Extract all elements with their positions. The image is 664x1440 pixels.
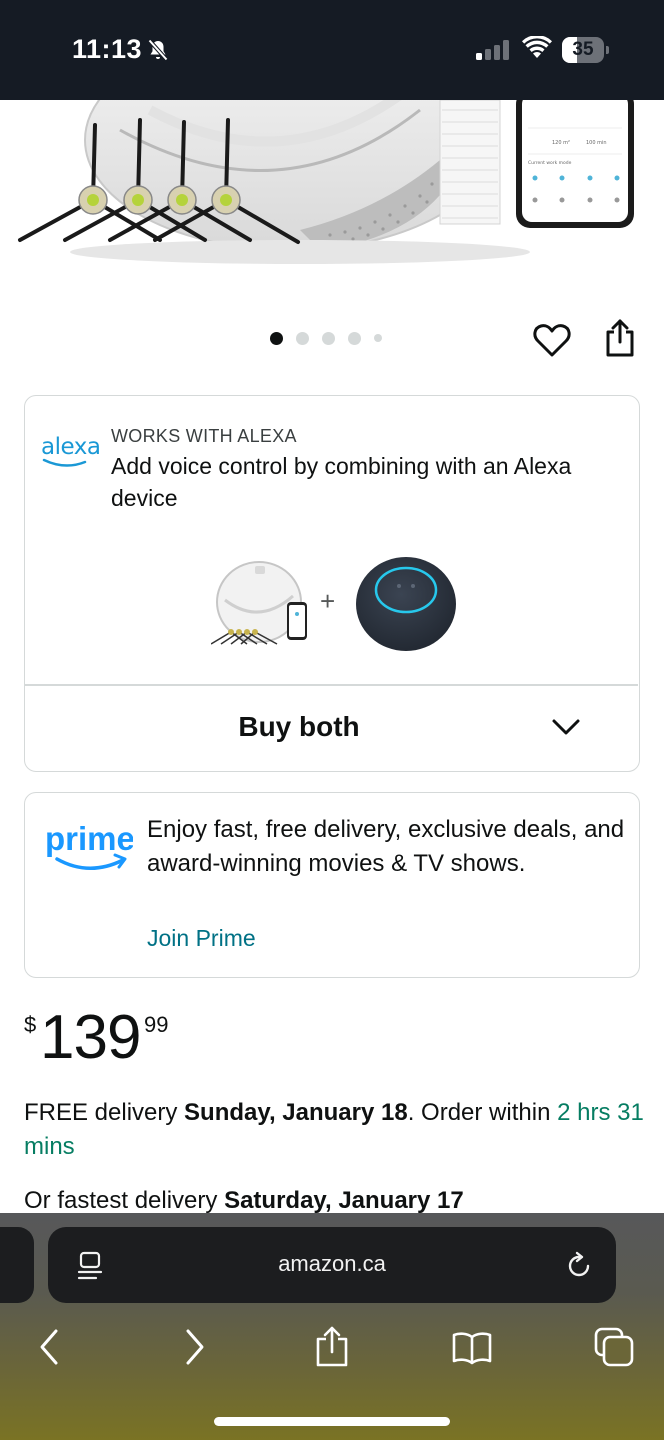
delivery-prefix: FREE delivery: [24, 1099, 185, 1126]
battery-icon: 35: [562, 37, 610, 63]
tabs-icon[interactable]: [592, 1325, 636, 1369]
filter-image: [439, 100, 501, 225]
delivery-info: FREE delivery Sunday, January 18. Order …: [24, 1096, 644, 1164]
alexa-description: Add voice control by combining with an A…: [111, 453, 572, 511]
forward-icon[interactable]: [172, 1325, 216, 1369]
product-image[interactable]: 120 m² 100 min Current work mode: [0, 100, 664, 270]
buy-both-button[interactable]: Buy both: [25, 685, 638, 771]
carousel-dot[interactable]: [348, 331, 361, 345]
carousel-dot[interactable]: [374, 334, 382, 342]
share-icon[interactable]: [603, 318, 637, 358]
works-with-alexa-label: WORKS WITH ALEXA: [111, 426, 297, 446]
wifi-icon: [522, 36, 552, 58]
alexa-logo-text: alexa: [41, 434, 101, 460]
fastest-date: Saturday, January 17: [224, 1187, 464, 1214]
fastest-prefix: Or fastest delivery: [24, 1187, 225, 1214]
phone-app-image: 120 m² 100 min Current work mode: [516, 100, 634, 228]
buy-both-label: Buy both: [238, 711, 360, 742]
price-whole: 139: [40, 1003, 141, 1072]
chevron-down-icon: [552, 719, 580, 735]
price-symbol: $: [24, 1012, 37, 1037]
status-time: 11:13: [72, 34, 143, 64]
svg-text:120 m²: 120 m²: [552, 140, 570, 146]
alexa-card: alexa WORKS WITH ALEXA Add voice control…: [24, 395, 640, 772]
carousel-dot[interactable]: [296, 331, 309, 345]
alexa-logo: alexa: [41, 434, 101, 470]
alexa-smile-icon: [42, 458, 87, 467]
combo-plus: +: [320, 586, 336, 616]
prime-logo: prime: [45, 820, 133, 870]
carousel-dot[interactable]: [322, 331, 335, 345]
heart-icon[interactable]: [533, 322, 571, 358]
url-text: amazon.ca: [278, 1251, 386, 1276]
delivery-date: Sunday, January 18: [184, 1099, 408, 1126]
address-bar[interactable]: amazon.ca: [48, 1227, 616, 1303]
delivery-middle: . Order within: [407, 1099, 558, 1126]
status-bar: 11:13 35: [0, 0, 664, 100]
robot-vacuum-thumbnail: [211, 561, 307, 645]
battery-level: 35: [572, 39, 594, 60]
prime-description: Enjoy fast, free delivery, exclusive dea…: [147, 816, 625, 877]
prime-logo-text: prime: [45, 820, 133, 857]
previous-tab-pill[interactable]: [0, 1227, 34, 1303]
echo-dot-thumbnail: [356, 557, 456, 651]
carousel-dot[interactable]: [270, 331, 283, 345]
battery-body: 35: [562, 37, 604, 63]
prime-card: prime Enjoy fast, free delivery, exclusi…: [24, 792, 640, 978]
carousel-dots[interactable]: [270, 330, 382, 346]
browser-toolbar: amazon.ca: [0, 1213, 664, 1440]
home-indicator: [214, 1417, 450, 1426]
svg-text:100 min: 100 min: [586, 140, 607, 146]
join-prime-link[interactable]: Join Prime: [147, 925, 256, 952]
share-icon[interactable]: [310, 1325, 354, 1369]
reload-icon[interactable]: [564, 1251, 594, 1281]
svg-text:Current work mode: Current work mode: [528, 160, 572, 166]
bell-slash-icon: [148, 39, 168, 61]
robot-vacuum-image: 120 m² 100 min Current work mode: [18, 100, 634, 264]
cellular-signal-icon: [476, 40, 509, 60]
back-icon[interactable]: [28, 1325, 72, 1369]
bookmarks-icon[interactable]: [450, 1325, 494, 1369]
price-fraction: 99: [144, 1012, 169, 1037]
battery-tip: [606, 46, 609, 54]
